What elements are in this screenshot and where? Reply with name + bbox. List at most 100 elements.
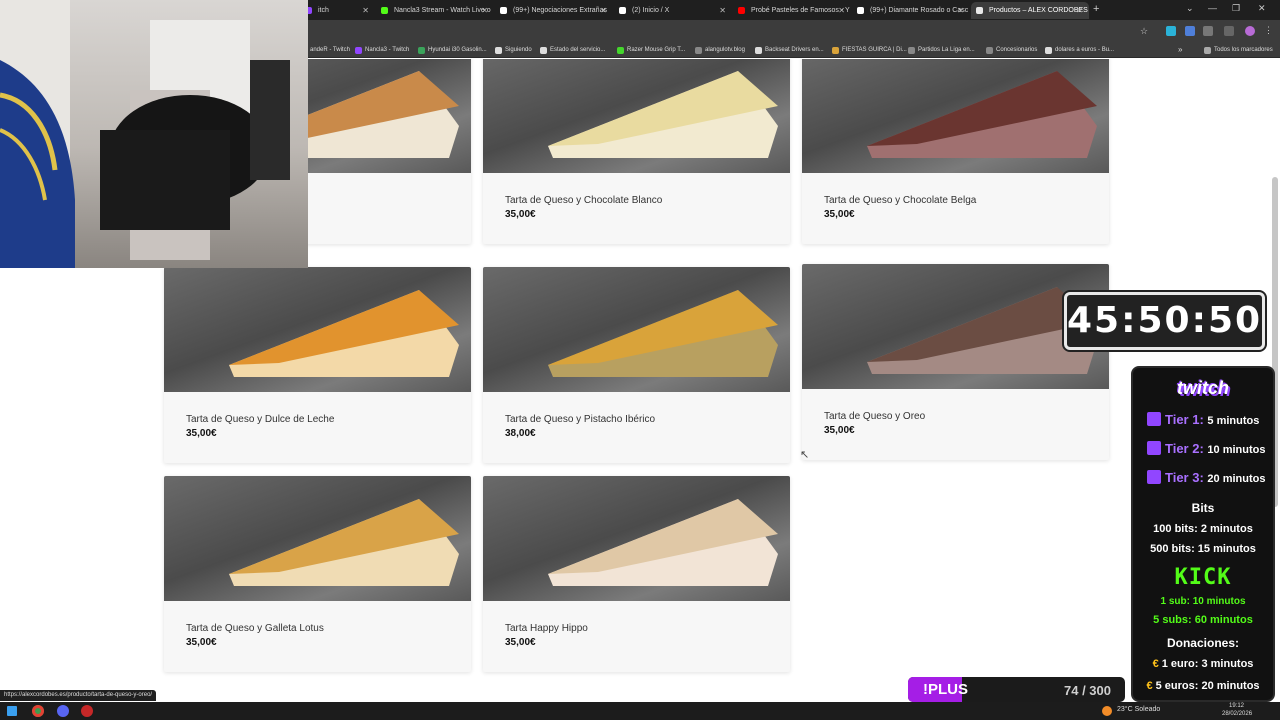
close-tab-icon[interactable]: ✕	[719, 2, 726, 19]
product-image	[802, 264, 1109, 389]
browser-tab[interactable]: itch ✕	[300, 2, 375, 19]
bookmark-favicon-icon	[695, 47, 702, 54]
tab-search-icon[interactable]: ⌄	[1186, 3, 1194, 14]
maximize-button[interactable]: ❐	[1232, 3, 1240, 14]
bookmark-star-icon[interactable]: ☆	[1140, 26, 1150, 36]
twitch-icon	[1147, 412, 1161, 426]
obs-taskbar-icon[interactable]	[81, 705, 93, 717]
product-card[interactable]: Tarta de Queso y Chocolate Blanco 35,00€	[483, 59, 790, 244]
windows-taskbar: 23°C Soleado 19:12 28/02/2026	[0, 702, 1280, 720]
close-tab-icon[interactable]: ✕	[957, 2, 964, 19]
more-bookmarks-button[interactable]: »	[1178, 44, 1182, 56]
euro-icon: €	[1146, 680, 1153, 692]
bookmark-item[interactable]: Hyundai i30 Gasolin...	[418, 44, 487, 56]
bookmark-item[interactable]: Estado del servicio...	[540, 44, 605, 56]
close-tab-icon[interactable]: ✕	[838, 2, 845, 19]
product-price: 35,00€	[824, 425, 855, 436]
product-image	[483, 59, 790, 173]
profile-avatar[interactable]	[1245, 26, 1255, 36]
tier-value: 10 minutos	[1207, 444, 1266, 456]
bookmark-item[interactable]: FIESTAS GUIRCA | Di...	[832, 44, 907, 56]
product-image	[802, 59, 1109, 173]
bits-rule: 500 bits: 15 minutos	[1150, 543, 1256, 555]
bookmark-label: Nancla3 - Twitch	[365, 47, 410, 53]
minimize-button[interactable]: —	[1208, 3, 1217, 13]
bookmark-item[interactable]: Nancla3 - Twitch	[355, 44, 409, 56]
product-card[interactable]: Tarta de Queso y Pistacho Ibérico 38,00€	[483, 267, 790, 463]
chrome-taskbar-icon[interactable]	[32, 705, 44, 717]
tier-name: Tier 2:	[1165, 441, 1204, 456]
product-name[interactable]: Tarta Happy Hippo	[505, 623, 588, 634]
product-card-hovered[interactable]: Tarta de Queso y Oreo 35,00€	[802, 264, 1109, 460]
bookmark-label: Razer Mouse Grip T...	[627, 47, 686, 53]
product-card[interactable]: Tarta de Queso y Chocolate Belga 35,00€	[802, 59, 1109, 244]
product-card[interactable]: Tarta Happy Hippo 35,00€	[483, 476, 790, 672]
product-price: 35,00€	[505, 637, 536, 648]
page-favicon-icon	[976, 7, 983, 14]
bookmark-item[interactable]: Razer Mouse Grip T...	[617, 44, 685, 56]
tiktok-favicon-icon	[857, 7, 864, 14]
browser-tab[interactable]: (99+) Diamante Rosado o Casc ✕	[852, 2, 970, 19]
kick-logo: KICK	[1174, 565, 1232, 590]
taskbar-date[interactable]: 28/02/2026	[1222, 711, 1252, 717]
webcam-feed-image	[0, 0, 290, 268]
kick-favicon-icon	[381, 7, 388, 14]
bookmark-item[interactable]: Partidos La Liga en...	[908, 44, 975, 56]
donations-title: Donaciones:	[1166, 636, 1239, 650]
product-price: 38,00€	[505, 428, 536, 439]
close-tab-icon[interactable]: ✕	[1076, 2, 1083, 19]
all-bookmarks-button[interactable]: Todos los marcadores	[1204, 44, 1273, 56]
kick-sub-rule: 1 sub: 10 minutos	[1160, 596, 1246, 607]
bookmark-item[interactable]: Siguiendo	[495, 44, 532, 56]
x-favicon-icon	[619, 7, 626, 14]
product-name[interactable]: Tarta de Queso y Chocolate Blanco	[505, 195, 662, 206]
extensions-puzzle-icon[interactable]	[1203, 26, 1213, 36]
windows-start-icon[interactable]	[7, 706, 17, 716]
downloads-icon[interactable]	[1224, 26, 1234, 36]
product-name[interactable]: Tarta de Queso y Dulce de Leche	[186, 414, 334, 425]
browser-tab[interactable]: (2) Inicio / X ✕	[614, 2, 732, 19]
close-tab-icon[interactable]: ✕	[600, 2, 607, 19]
menu-dots-icon[interactable]: ⋮	[1264, 25, 1274, 35]
close-tab-icon[interactable]: ✕	[481, 2, 488, 19]
bookmark-item[interactable]: dolares a euros - Bu...	[1045, 44, 1114, 56]
bookmark-favicon-icon	[418, 47, 425, 54]
tiktok-favicon-icon	[500, 7, 507, 14]
browser-tab[interactable]: (99+) Negociaciones Extrañas ✕	[495, 2, 613, 19]
new-tab-button[interactable]: +	[1093, 3, 1099, 15]
extension-icon[interactable]	[1166, 26, 1176, 36]
close-tab-icon[interactable]: ✕	[362, 2, 369, 19]
link-status-bubble: https://alexcordobes.es/producto/tarta-d…	[0, 690, 157, 701]
tab-title: Productos – ALEX CORDOBES	[989, 7, 1088, 14]
taskbar-time[interactable]: 19:12	[1229, 703, 1244, 709]
app-taskbar-icon[interactable]	[57, 705, 69, 717]
bookmark-item[interactable]: Concesionarios	[986, 44, 1037, 56]
bookmark-item[interactable]: Backseat Drivers en...	[755, 44, 824, 56]
browser-tab-active[interactable]: Productos – ALEX CORDOBES ✕	[971, 2, 1089, 19]
tier-value: 5 minutos	[1207, 415, 1260, 427]
bookmark-label: Siguiendo	[505, 47, 532, 53]
kick-sub-rule: 5 subs: 60 minutos	[1153, 614, 1253, 626]
twitch-icon	[1147, 441, 1161, 455]
extension-icon[interactable]	[1185, 26, 1195, 36]
close-window-button[interactable]: ✕	[1258, 3, 1266, 14]
bookmark-item[interactable]: alangulotv.blog	[695, 44, 745, 56]
product-name[interactable]: Tarta de Queso y Oreo	[824, 411, 925, 422]
product-card[interactable]: Tarta de Queso y Galleta Lotus 35,00€	[164, 476, 471, 672]
bookmark-label: andeR - Twitch	[310, 47, 350, 53]
tab-title: (99+) Negociaciones Extrañas	[513, 7, 607, 14]
taskbar-weather[interactable]: 23°C Soleado	[1117, 706, 1160, 713]
tier-value: 20 minutos	[1207, 473, 1266, 485]
browser-tab[interactable]: Nancla3 Stream - Watch Live o ✕	[376, 2, 494, 19]
product-card[interactable]: Tarta de Queso y Dulce de Leche 35,00€	[164, 267, 471, 463]
browser-tab[interactable]: Probé Pasteles de Famosos - Y ✕	[733, 2, 851, 19]
tab-title: Nancla3 Stream - Watch Live o	[394, 7, 491, 14]
donation-rule: € 5 euros: 20 minutos	[1133, 680, 1273, 692]
bookmark-favicon-icon	[540, 47, 547, 54]
tab-title: (99+) Diamante Rosado o Casc	[870, 7, 969, 14]
bookmark-label: dolares a euros - Bu...	[1055, 47, 1115, 53]
product-image	[483, 267, 790, 392]
product-name[interactable]: Tarta de Queso y Galleta Lotus	[186, 623, 324, 634]
product-name[interactable]: Tarta de Queso y Pistacho Ibérico	[505, 414, 655, 425]
product-name[interactable]: Tarta de Queso y Chocolate Belga	[824, 195, 976, 206]
